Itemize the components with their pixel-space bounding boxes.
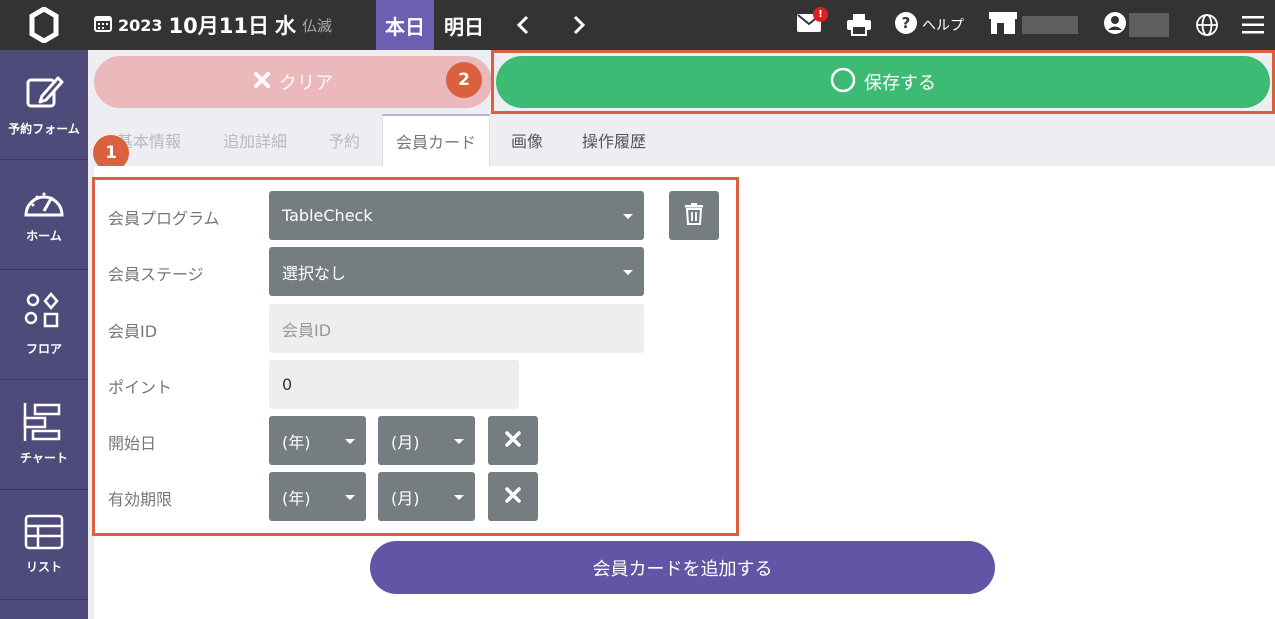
tab-bar: 基本情報 追加詳細 予約 会員カード 画像 操作履歴 (94, 114, 1275, 166)
today-button[interactable]: 本日 (376, 0, 434, 50)
tab-additional-details[interactable]: 追加詳細 (204, 114, 306, 166)
expiry-month-select[interactable]: (月) (378, 472, 475, 521)
sidebar-item-label: リスト (25, 560, 62, 574)
save-button[interactable]: 保存する (496, 56, 1270, 108)
help-label: ヘルプ (922, 18, 964, 34)
chevron-right-icon[interactable] (566, 12, 592, 38)
stage-select[interactable]: 選択なし (269, 247, 644, 296)
help-icon: ? (895, 12, 917, 38)
user-icon (1104, 12, 1126, 38)
clear-start-date-button[interactable] (488, 416, 538, 465)
sidebar: 予約フォーム ホーム フロア チャート リスト (0, 50, 88, 619)
menu-icon[interactable] (1242, 11, 1264, 39)
tab-history[interactable]: 操作履歴 (564, 114, 664, 166)
tab-reservation[interactable]: 予約 (306, 114, 382, 166)
circle-icon (830, 67, 856, 98)
member-id-input[interactable]: 会員ID (269, 304, 644, 353)
delete-button[interactable] (669, 191, 719, 240)
program-value: TableCheck (282, 206, 373, 225)
sidebar-item-chart[interactable]: チャート (0, 380, 88, 490)
tab-member-card[interactable]: 会員カード (382, 114, 490, 166)
edit-icon (24, 72, 64, 116)
start-month-select[interactable]: (月) (378, 416, 475, 465)
table-icon (24, 514, 64, 554)
close-icon (253, 71, 271, 94)
svg-text:?: ? (902, 14, 911, 32)
points-label: ポイント (108, 378, 173, 397)
clear-expiry-button[interactable] (488, 472, 538, 521)
sidebar-item-label: 予約フォーム (8, 122, 80, 136)
date-day-of-week: 水 (274, 14, 296, 38)
calendar-icon (94, 14, 112, 36)
sidebar-item-label: ホーム (26, 229, 62, 243)
program-label: 会員プログラム (108, 209, 220, 228)
add-member-card-button[interactable]: 会員カードを追加する (370, 541, 995, 594)
logo-icon[interactable] (0, 0, 88, 50)
start-date-label: 開始日 (108, 434, 157, 453)
stage-label: 会員ステージ (108, 265, 204, 284)
tab-images[interactable]: 画像 (490, 114, 564, 166)
caret-down-icon (623, 213, 633, 219)
expiry-year-select[interactable]: (年) (269, 472, 366, 521)
caret-down-icon (454, 494, 464, 500)
help-button[interactable]: ? ヘルプ (895, 11, 964, 39)
caret-down-icon (454, 438, 464, 444)
clear-button[interactable]: クリア (94, 56, 492, 108)
user-name-redacted (1129, 13, 1169, 37)
expiry-label: 有効期限 (108, 490, 173, 509)
date-month-day: 10月11日 (168, 14, 269, 38)
chart-icon (23, 403, 65, 445)
mail-badge: ! (813, 7, 828, 22)
store-icon (989, 12, 1017, 38)
sidebar-item-label: チャート (20, 451, 68, 465)
top-bar: 2023 10月11日 水 仏滅 本日 明日 ! ? ヘルプ (0, 0, 1275, 50)
stage-value: 選択なし (282, 263, 347, 283)
close-icon (505, 486, 521, 507)
date-year: 2023 (118, 15, 163, 35)
points-input[interactable]: 0 (269, 360, 519, 409)
sidebar-item-floor[interactable]: フロア (0, 270, 88, 380)
start-year-select[interactable]: (年) (269, 416, 366, 465)
save-label: 保存する (864, 73, 936, 94)
caret-down-icon (623, 269, 633, 275)
close-icon (505, 430, 521, 451)
sidebar-item-list[interactable]: リスト (0, 490, 88, 600)
clear-label: クリア (279, 73, 333, 94)
store-name-redacted (1022, 16, 1078, 34)
expiry-year-value: (年) (282, 488, 311, 508)
member-id-label: 会員ID (108, 322, 158, 341)
tomorrow-button[interactable]: 明日 (434, 0, 494, 50)
caret-down-icon (345, 438, 355, 444)
annotation-marker-2: 2 (446, 62, 482, 98)
date-rokuyo: 仏滅 (301, 16, 332, 35)
sidebar-item-home[interactable]: ホーム (0, 160, 88, 270)
sidebar-item-label: フロア (25, 342, 62, 356)
sidebar-item-reservation-form[interactable]: 予約フォーム (0, 50, 88, 160)
user-button[interactable] (1104, 11, 1169, 39)
printer-icon[interactable] (847, 11, 871, 39)
start-year-value: (年) (282, 432, 311, 452)
caret-down-icon (345, 494, 355, 500)
store-button[interactable] (989, 11, 1078, 39)
dashboard-icon (22, 185, 66, 223)
start-month-value: (月) (391, 432, 420, 452)
program-select[interactable]: TableCheck (269, 191, 644, 240)
trash-icon (685, 202, 703, 229)
date-picker[interactable]: 2023 10月11日 水 仏滅 (94, 0, 332, 50)
floor-shapes-icon (23, 292, 65, 336)
expiry-month-value: (月) (391, 488, 420, 508)
mail-button[interactable]: ! (797, 7, 828, 39)
chevron-left-icon[interactable] (510, 12, 536, 38)
globe-icon[interactable] (1196, 11, 1218, 39)
